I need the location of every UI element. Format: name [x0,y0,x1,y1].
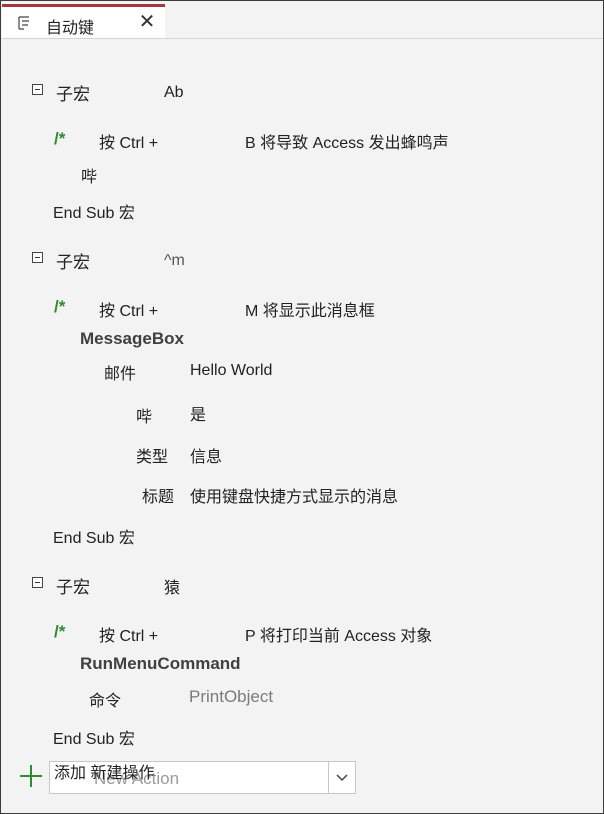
tab-strip: 自动键 ✕ [1,1,603,39]
comment-text[interactable]: M 将显示此消息框 [245,297,375,321]
add-new-action-label: 添加 新建操作 [54,765,155,782]
macro-icon [18,16,29,30]
action-messagebox[interactable]: MessageBox [80,329,184,349]
comment-prefix: 按 Ctrl + [99,135,159,152]
submacro-label: 子宏 [56,253,90,272]
submacro-name[interactable]: 猿 [164,574,180,598]
submacro-label: 子宏 [56,85,90,104]
comment-icon: /* [54,297,66,316]
comment-prefix: 按 Ctrl + [99,628,159,645]
end-submacro: End Sub 宏 [53,731,135,748]
comment-icon: /* [54,622,66,641]
arg-label-title: 标题 [142,489,175,506]
action-beep[interactable]: 哔 [81,163,97,187]
comment-text[interactable]: P 将打印当前 Access 对象 [245,622,432,646]
dropdown-button[interactable] [328,762,355,793]
arg-value-beep[interactable]: 是 [190,401,206,425]
chevron-down-icon [336,774,348,782]
arg-label-command: 命令 [89,693,122,710]
comment-text[interactable]: B 将导致 Access 发出蜂鸣声 [245,129,449,153]
comment-prefix: 按 Ctrl + [99,303,159,320]
macro-content: 子宏 Ab /* 按 Ctrl + B 将导致 Access 发出蜂鸣声 哔 E… [2,39,603,813]
arg-label-message: 邮件 [104,366,137,383]
tab-autokeys[interactable]: 自动键 ✕ [2,4,165,38]
arg-label-beep: 哔 [136,409,153,426]
arg-value-message[interactable]: Hello World [190,362,272,380]
tab-title: 自动键 [46,20,95,37]
submacro-label: 子宏 [56,578,90,597]
submacro-name[interactable]: ^m [164,252,185,270]
arg-value-title[interactable]: 使用键盘快捷方式显示的消息 [190,483,398,507]
collapse-toggle-submacro-3[interactable] [32,577,43,588]
comment-icon: /* [54,129,66,148]
add-action-plus-icon[interactable] [18,763,44,789]
macro-designer-window: 自动键 ✕ 子宏 Ab /* 按 Ctrl + B 将导致 Access 发出蜂… [0,0,604,814]
arg-value-type[interactable]: 信息 [190,443,222,467]
submacro-name[interactable]: Ab [164,84,184,102]
close-icon[interactable]: ✕ [136,11,158,33]
end-submacro: End Sub 宏 [53,530,135,547]
arg-label-type: 类型 [136,449,169,466]
collapse-toggle-submacro-2[interactable] [32,252,43,263]
collapse-toggle-submacro-1[interactable] [32,84,43,95]
action-runmenucommand[interactable]: RunMenuCommand [80,654,241,674]
end-submacro: End Sub 宏 [53,205,135,222]
arg-value-command[interactable]: PrintObject [189,687,273,707]
